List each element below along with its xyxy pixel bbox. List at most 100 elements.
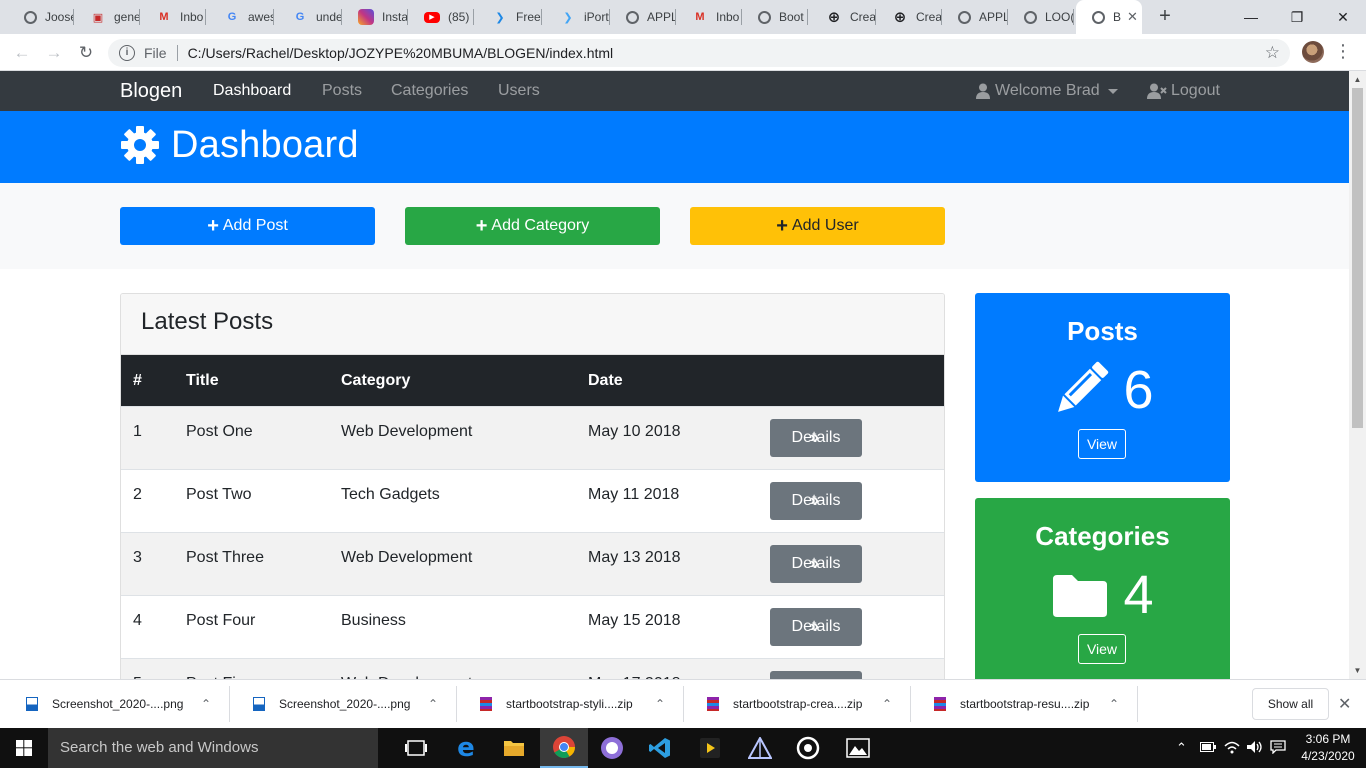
- show-all-button[interactable]: Show all: [1252, 688, 1329, 720]
- browser-tab[interactable]: M Inbo: [676, 0, 742, 34]
- brand-logo[interactable]: Blogen: [120, 80, 182, 103]
- media-player-icon[interactable]: [686, 728, 734, 768]
- column-header-date: Date: [588, 372, 623, 389]
- notification-icon[interactable]: [1270, 740, 1286, 757]
- nav-link-users[interactable]: Users: [498, 82, 540, 100]
- downloads-bar: Screenshot_2020-....png ⌃ Screenshot_2020-…: [0, 679, 1366, 728]
- info-icon[interactable]: i: [119, 45, 135, 61]
- download-item[interactable]: startbootstrap-crea....zip ⌃: [685, 686, 911, 722]
- table-header: # Title Category Date: [121, 355, 944, 406]
- welcome-text: Welcome Brad: [995, 82, 1100, 99]
- browser-tab[interactable]: ▣ gene: [74, 0, 140, 34]
- browser-tab[interactable]: APPL: [610, 0, 676, 34]
- browser-tab[interactable]: ❯ Free: [476, 0, 542, 34]
- chevron-up-icon[interactable]: ⌃: [882, 697, 892, 711]
- add-category-button[interactable]: + Add Category: [405, 207, 660, 245]
- view-categories-button[interactable]: View: [1078, 634, 1126, 664]
- scroll-down-arrow-icon[interactable]: ▼: [1349, 662, 1366, 679]
- system-clock[interactable]: 3:06 PM 4/23/2020: [1298, 731, 1358, 765]
- details-button[interactable]: »Details: [770, 608, 862, 646]
- logout-link[interactable]: Logout: [1147, 82, 1220, 100]
- details-button[interactable]: »Details: [770, 482, 862, 520]
- browser-menu-icon[interactable]: ⋮: [1333, 42, 1353, 62]
- posts-stat-card: Posts 6 View: [975, 293, 1230, 482]
- bookmark-star-icon[interactable]: ☆: [1265, 43, 1280, 63]
- scrollbar-thumb[interactable]: [1352, 88, 1363, 428]
- browser-tab[interactable]: Gawes: [208, 0, 274, 34]
- file-explorer-icon[interactable]: [490, 728, 538, 768]
- tab-label: LOO(: [1045, 10, 1074, 24]
- browser-tab[interactable]: ⊕ Creat: [876, 0, 942, 34]
- download-item[interactable]: Screenshot_2020-....png ⌃: [231, 686, 457, 722]
- chevron-up-icon[interactable]: ⌃: [655, 697, 665, 711]
- reload-button[interactable]: ↻: [74, 41, 98, 65]
- wifi-icon[interactable]: [1224, 740, 1240, 757]
- pen-tool-icon[interactable]: [736, 728, 784, 768]
- photos-icon[interactable]: [834, 728, 882, 768]
- details-button[interactable]: »Details: [770, 671, 862, 679]
- battery-icon[interactable]: [1200, 740, 1216, 755]
- windows-start-icon[interactable]: [16, 740, 32, 756]
- nav-link-categories[interactable]: Categories: [391, 82, 468, 100]
- chrome-taskbar-icon[interactable]: [540, 728, 588, 768]
- globe-icon: ⊕: [893, 9, 907, 26]
- edge-icon[interactable]: e: [442, 728, 490, 768]
- download-item[interactable]: startbootstrap-resu....zip ⌃: [912, 686, 1138, 722]
- forward-button[interactable]: →: [42, 41, 66, 65]
- table-row: 4 Post Four Business May 15 2018 » Details: [121, 595, 944, 658]
- task-view-icon[interactable]: [392, 728, 440, 768]
- back-button[interactable]: ←: [10, 41, 34, 65]
- details-button[interactable]: »Details: [770, 545, 862, 583]
- windows-taskbar: Search the web and Windows e ⌃ 3:06 PM 4…: [0, 728, 1366, 768]
- scroll-up-arrow-icon[interactable]: ▲: [1349, 71, 1366, 88]
- plus-icon: +: [475, 215, 488, 237]
- vscode-icon[interactable]: [636, 728, 684, 768]
- browser-tab[interactable]: ⊕ Creat: [810, 0, 876, 34]
- address-bar[interactable]: i File C:/Users/Rachel/Desktop/JOZYPE%20…: [108, 39, 1290, 67]
- github-desktop-icon[interactable]: [588, 728, 636, 768]
- taskbar-search-box[interactable]: Search the web and Windows: [48, 728, 378, 768]
- nav-link-dashboard[interactable]: Dashboard: [213, 82, 291, 100]
- view-posts-button[interactable]: View: [1078, 429, 1126, 459]
- posts-stat-row: 6: [975, 359, 1230, 421]
- browser-tab[interactable]: Boot: [742, 0, 808, 34]
- details-button[interactable]: »Details: [770, 419, 862, 457]
- browser-tab[interactable]: Gunde: [276, 0, 342, 34]
- browser-tab[interactable]: ▶ (85) I: [408, 0, 474, 34]
- volume-icon[interactable]: [1246, 740, 1264, 757]
- close-window-button[interactable]: ✕: [1320, 0, 1366, 34]
- close-downloads-icon[interactable]: ✕: [1338, 694, 1351, 714]
- browser-tab[interactable]: Joose: [8, 0, 74, 34]
- profile-avatar[interactable]: [1302, 41, 1324, 63]
- browser-tab[interactable]: Insta: [342, 0, 408, 34]
- chevron-up-icon[interactable]: ⌃: [1109, 697, 1119, 711]
- new-tab-button[interactable]: +: [1153, 5, 1177, 29]
- add-post-button[interactable]: + Add Post: [120, 207, 375, 245]
- page-viewport: Blogen Dashboard Posts Categories Users …: [0, 71, 1349, 679]
- add-user-button[interactable]: + Add User: [690, 207, 945, 245]
- minimize-button[interactable]: —: [1228, 0, 1274, 34]
- site-navbar: Blogen Dashboard Posts Categories Users …: [0, 71, 1349, 111]
- tab-label: gene: [114, 10, 140, 24]
- user-dropdown[interactable]: Welcome Brad: [976, 82, 1118, 100]
- chevron-down-icon: [1107, 88, 1118, 94]
- target-app-icon[interactable]: [784, 728, 832, 768]
- tray-overflow-icon[interactable]: ⌃: [1176, 740, 1187, 756]
- page-scrollbar[interactable]: ▲ ▼: [1349, 71, 1366, 679]
- globe-icon: ⊕: [827, 9, 841, 26]
- chevron-up-icon[interactable]: ⌃: [428, 697, 438, 711]
- maximize-button[interactable]: ❐: [1274, 0, 1320, 34]
- close-tab-icon[interactable]: ✕: [1127, 9, 1138, 25]
- browser-tab[interactable]: LOO(: [1008, 0, 1074, 34]
- user-times-icon: [1147, 83, 1167, 99]
- chevron-up-icon[interactable]: ⌃: [201, 697, 211, 711]
- browser-tab[interactable]: APPL: [942, 0, 1008, 34]
- browser-tab[interactable]: M Inbo: [140, 0, 206, 34]
- tab-active[interactable]: B ✕: [1076, 0, 1142, 34]
- browser-tab[interactable]: ❯ iPortf: [544, 0, 610, 34]
- download-item[interactable]: startbootstrap-styli....zip ⌃: [458, 686, 684, 722]
- nav-link-posts[interactable]: Posts: [322, 82, 362, 100]
- url-text[interactable]: C:/Users/Rachel/Desktop/JOZYPE%20MBUMA/B…: [188, 45, 614, 61]
- logout-label: Logout: [1171, 82, 1220, 99]
- download-item[interactable]: Screenshot_2020-....png ⌃: [4, 686, 230, 722]
